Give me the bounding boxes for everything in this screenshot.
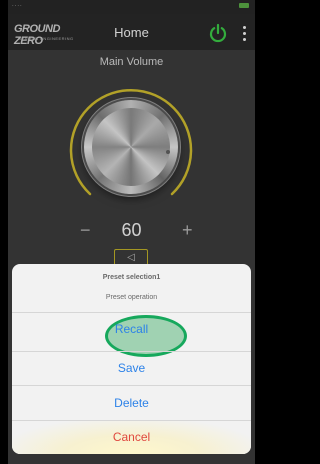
action-sheet-title: Preset selection1 [102, 274, 161, 281]
app-screen: .... GROUND ZERO GERMAN ENGINEERING Home… [8, 0, 255, 464]
delete-button[interactable]: Delete [12, 386, 251, 420]
action-sheet-subtitle: Preset operation [105, 294, 158, 301]
cancel-button[interactable]: Cancel [12, 421, 251, 454]
recall-button[interactable]: Recall [12, 312, 251, 346]
save-button[interactable]: Save [12, 351, 251, 385]
preset-action-sheet: Preset selection1 Preset operation Recal… [12, 264, 251, 454]
